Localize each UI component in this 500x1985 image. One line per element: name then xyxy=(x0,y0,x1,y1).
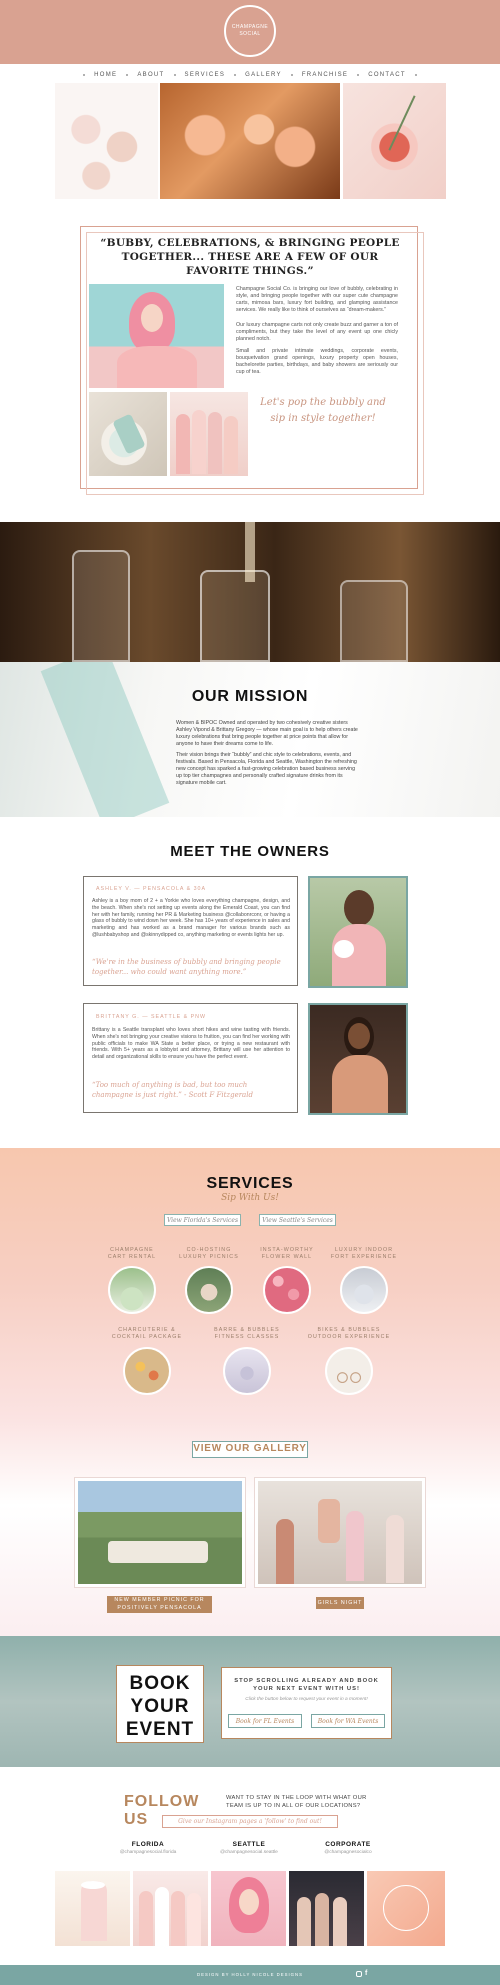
follow-location-florida: FLORIDA xyxy=(131,1841,165,1848)
service-label-line1: BIKES & BUBBLES xyxy=(317,1327,381,1333)
photo-bridal-party xyxy=(170,392,248,476)
nav-separator xyxy=(173,73,176,76)
nav-separator xyxy=(357,73,360,76)
intro-paragraph-3: Small and private intimate weddings, cor… xyxy=(236,348,398,375)
follow-location-corporate: CORPORATE xyxy=(325,1841,371,1848)
instagram-photo-1[interactable] xyxy=(55,1871,130,1946)
service-label-line2: FORT EXPERIENCE xyxy=(330,1254,398,1260)
service-label-line2: FITNESS CLASSES xyxy=(214,1334,280,1340)
book-cta-subtext: Click the button below to request your e… xyxy=(245,1697,368,1702)
gallery-caption-girls-night[interactable]: GIRLS NIGHT xyxy=(316,1597,364,1609)
nav-separator xyxy=(234,73,237,76)
service-image-barre[interactable] xyxy=(223,1347,271,1395)
service-image-charcuterie[interactable] xyxy=(123,1347,171,1395)
book-title-line1: BOOK xyxy=(129,1673,191,1694)
gallery-photo-picnic[interactable] xyxy=(75,1478,245,1587)
service-image-flower-wall[interactable] xyxy=(263,1266,311,1314)
service-label-line2: COCKTAIL PACKAGE xyxy=(111,1334,183,1340)
owner-bio-ashley: Ashley is a boy mom of 2 + a Yorkie who … xyxy=(92,898,290,938)
follow-location-seattle: SEATTLE xyxy=(232,1841,266,1848)
nav-separator xyxy=(126,73,129,76)
nav-gallery[interactable]: GALLERY xyxy=(245,72,282,78)
service-label-line2: OUTDOOR EXPERIENCE xyxy=(307,1334,391,1340)
owner-name-brittany: BRITTANY G. — SEATTLE & PNW xyxy=(96,1014,206,1020)
service-image-indoor-fort[interactable] xyxy=(340,1266,388,1314)
caption-line1: NEW MEMBER PICNIC FOR xyxy=(114,1597,205,1603)
photo-champagne-table xyxy=(89,392,167,476)
owner-name-ashley: ASHLEY V. — PENSACOLA & 30A xyxy=(96,886,207,892)
instagram-icon[interactable] xyxy=(356,1971,362,1977)
book-wa-events-button[interactable]: Book for WA Events xyxy=(311,1714,385,1728)
service-image-bikes[interactable] xyxy=(325,1347,373,1395)
book-fl-events-button[interactable]: Book for FL Events xyxy=(228,1714,302,1728)
gallery-caption-picnic[interactable]: NEW MEMBER PICNIC FOR POSITIVELY PENSACO… xyxy=(107,1596,212,1613)
logo-text-line2: SOCIAL xyxy=(239,31,261,37)
instagram-photo-3[interactable] xyxy=(211,1871,286,1946)
follow-handle-florida[interactable]: @champagnesocial.florida xyxy=(103,1850,193,1855)
service-image-luxury-picnics[interactable] xyxy=(185,1266,233,1314)
owner-quote-brittany: “Too much of anything is bad, but too mu… xyxy=(92,1081,253,1099)
banner-champagne-pour xyxy=(0,522,500,662)
nav-separator xyxy=(83,73,86,76)
instagram-photo-2[interactable] xyxy=(133,1871,208,1946)
nav-franchise[interactable]: FRANCHISE xyxy=(302,72,348,78)
book-cta-text: STOP SCROLLING ALREADY AND BOOK YOUR NEX… xyxy=(234,1678,379,1692)
book-title-line3: EVENT xyxy=(125,1719,195,1740)
hero-photo-toast xyxy=(160,83,340,199)
facebook-icon[interactable]: f xyxy=(365,1969,371,1978)
site-header: CHAMPAGNE SOCIAL xyxy=(0,0,500,64)
owner-bio-brittany: Brittany is a Seattle transplant who lov… xyxy=(92,1027,290,1061)
gallery-photo-girls-night[interactable] xyxy=(255,1478,425,1587)
owner-quote-ashley: “We're in the business of bubbly and bri… xyxy=(92,958,281,976)
services-subheading: Sip With Us! xyxy=(221,1193,279,1203)
intro-paragraph-2: Our luxury champagne carts not only crea… xyxy=(236,322,398,342)
service-label-line1: CHARCUTERIE & xyxy=(118,1327,176,1333)
logo[interactable]: CHAMPAGNE SOCIAL xyxy=(224,5,276,57)
caption-line2: POSITIVELY PENSACOLA xyxy=(117,1604,202,1611)
intro-heading: “BUBBY, CELEBRATIONS, & BRINGING PEOPLE … xyxy=(100,237,400,277)
book-title-line2: YOUR xyxy=(130,1696,190,1717)
mission-heading: OUR MISSION xyxy=(191,688,309,705)
nav-services[interactable]: SERVICES xyxy=(185,72,226,78)
instagram-photo-4[interactable] xyxy=(289,1871,364,1946)
view-seattle-services-button[interactable]: View Seattle's Services xyxy=(259,1214,336,1226)
nav-contact[interactable]: CONTACT xyxy=(368,72,406,78)
main-nav: HOME ABOUT SERVICES GALLERY FRANCHISE CO… xyxy=(0,67,500,82)
service-label-bikes: BIKES & BUBBLES OUTDOOR EXPERIENCE xyxy=(294,1327,404,1341)
instagram-follow-button[interactable]: Give our Instagram pages a 'follow' to f… xyxy=(162,1815,338,1828)
intro-script-quote: Let's pop the bubbly and sip in style to… xyxy=(260,397,386,424)
mission-paragraph-1: Women & BIPOC Owned and operated by two … xyxy=(176,720,358,747)
service-label-barre: BARRE & BUBBLES FITNESS CLASSES xyxy=(192,1327,302,1341)
follow-text: WANT TO STAY IN THE LOOP WITH WHAT OUR T… xyxy=(226,1795,367,1809)
photo-ashley xyxy=(308,876,408,988)
instagram-photo-5[interactable] xyxy=(367,1871,445,1946)
view-florida-services-button[interactable]: View Florida's Services xyxy=(164,1214,241,1226)
owners-heading: MEET THE OWNERS xyxy=(170,843,330,860)
photo-pink-hair-woman xyxy=(89,284,224,388)
mission-paragraph-2: Their vision brings their “bubbly” and c… xyxy=(176,752,357,786)
intro-paragraph-1: Champagne Social Co. is bringing our lov… xyxy=(236,286,398,313)
footer-credit[interactable]: DESIGN BY HOLLY NICOLE DESIGNS xyxy=(150,1972,350,1977)
gallery-heading-box[interactable]: VIEW OUR GALLERY xyxy=(192,1441,308,1458)
service-label-line1: LUXURY INDOOR xyxy=(334,1247,394,1253)
hero-photo-glasses xyxy=(55,83,158,199)
services-heading: SERVICES xyxy=(206,1175,294,1192)
book-title-box: BOOK YOUR EVENT xyxy=(116,1665,204,1743)
service-label-indoor-fort: LUXURY INDOOR FORT EXPERIENCE xyxy=(309,1247,419,1261)
follow-handle-seattle[interactable]: @champagnesocial.seattle xyxy=(204,1850,294,1855)
service-image-champagne-cart[interactable] xyxy=(108,1266,156,1314)
nav-about[interactable]: ABOUT xyxy=(137,72,164,78)
logo-text-line1: CHAMPAGNE xyxy=(231,24,269,30)
follow-handle-corporate[interactable]: @champagnesocialco xyxy=(303,1850,393,1855)
hero-photo-cocktail xyxy=(343,83,446,199)
photo-brittany xyxy=(308,1003,408,1115)
nav-home[interactable]: HOME xyxy=(94,72,117,78)
service-label-charcuterie: CHARCUTERIE & COCKTAIL PACKAGE xyxy=(92,1327,202,1341)
service-label-line1: BARRE & BUBBLES xyxy=(214,1327,280,1333)
nav-separator xyxy=(290,73,293,76)
nav-separator xyxy=(414,73,417,76)
